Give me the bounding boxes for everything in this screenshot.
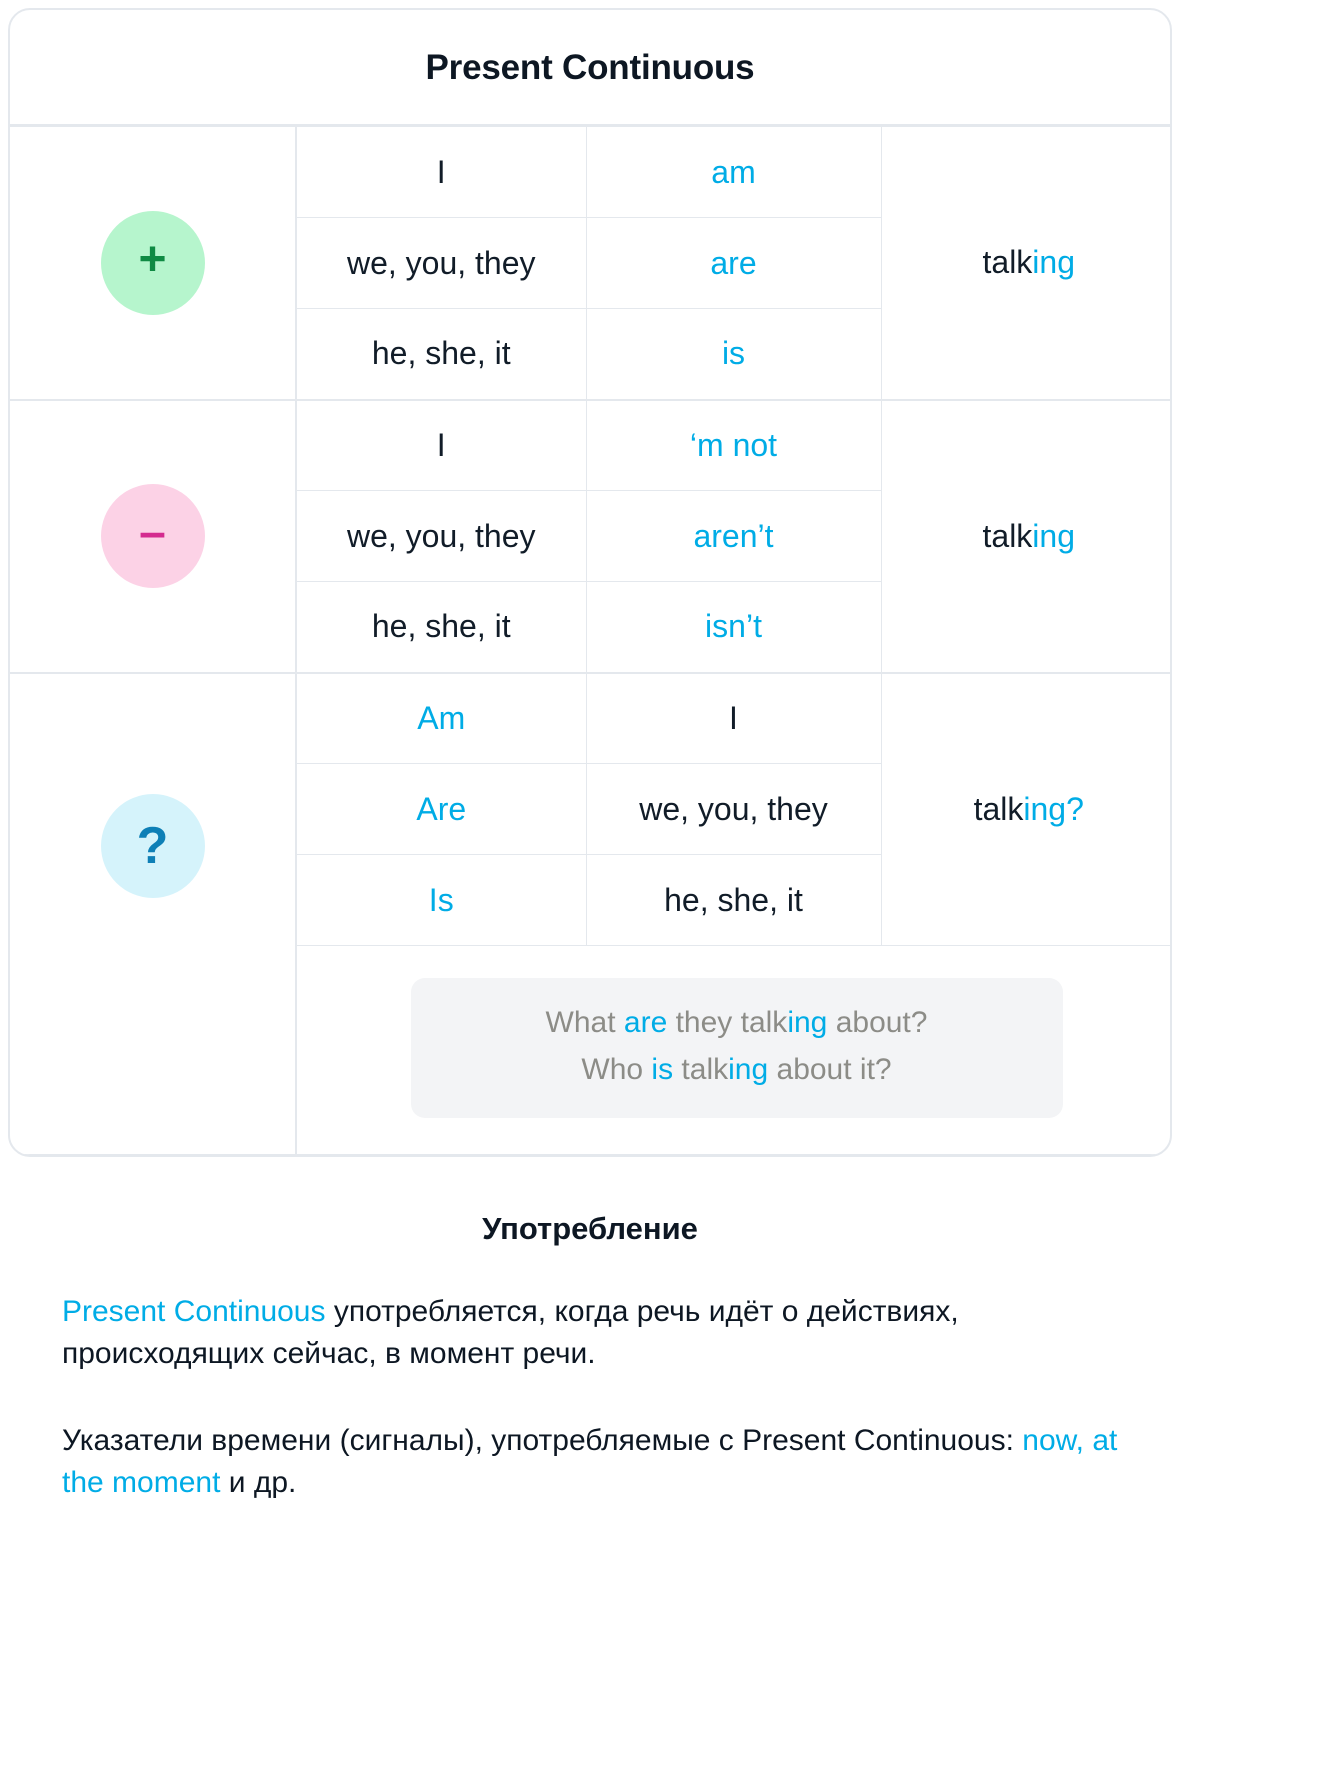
negative-aux-3: isn’t [585,581,882,673]
affirmative-badge-cell: + [10,126,297,400]
verb-suffix: ing [1032,517,1075,554]
question-aux-3: Is [295,854,587,946]
usage-heading: Употребление [482,1210,698,1246]
usage-paragraph-1: Present Continuous употребляется, когда … [62,1291,1118,1376]
table-row: ? Am I talking? [10,671,1170,1155]
affirmative-aux-2: are [585,217,882,309]
question-aux-1: Am [295,671,587,764]
verb-stem: talk [973,790,1024,827]
affirmative-aux-1: am [585,126,882,218]
table-row: – I ‘m not talking [10,398,1170,673]
question-subject-2: we, you, they [585,763,882,855]
conjugation-table-main: + I am talking we, you, they are he, she… [10,126,1170,1155]
minus-icon: – [100,484,205,588]
negative-badge-cell: – [10,398,297,673]
affirmative-verb-cell: talking [880,126,1170,400]
negative-subject-2: we, you, they [295,490,587,582]
usage-highlight-tense: Present Continuous [62,1294,326,1328]
question-verb-cell: talking? [880,671,1170,946]
table-row: + I am talking [10,126,1170,400]
grammar-reference-page: Present Continuous + I am talking we, yo… [0,8,1180,1505]
example-sentence-2: Who is talking about it? [581,1052,892,1086]
page-title: Present Continuous [10,10,1170,126]
negative-aux-1: ‘m not [585,398,882,491]
usage-section: Употребление Present Continuous употребл… [0,1157,1180,1505]
negative-aux-2: aren’t [585,490,882,582]
affirmative-aux-3: is [585,308,882,400]
question-subject-1: I [585,671,882,764]
affirmative-subject-2: we, you, they [295,217,587,309]
usage-paragraph-2-after: и др. [220,1466,297,1500]
verb-suffix: ing [1032,244,1075,281]
negative-verb-cell: talking [880,398,1170,673]
question-mark-icon: ? [100,793,205,898]
verb-suffix-tail: ing? [1023,790,1084,827]
example-sentence-1: What are they talking about? [545,1006,928,1039]
negative-subject-1: I [295,398,587,491]
examples-cell: What are they talking about? Who is talk… [295,945,1170,1155]
usage-paragraph-2-before: Указатели времени (сигналы), употребляем… [62,1423,1023,1457]
present-continuous-card: Present Continuous + I am talking we, yo… [8,8,1172,1157]
example-sentences-box: What are they talking about? Who is talk… [410,978,1063,1118]
affirmative-subject-3: he, she, it [295,308,587,400]
usage-paragraph-2: Указатели времени (сигналы), употребляем… [62,1420,1118,1505]
verb-stem: talk [982,517,1033,554]
question-badge-cell: ? [10,671,297,1155]
plus-icon: + [100,210,205,315]
question-aux-2: Are [295,763,587,855]
negative-subject-3: he, she, it [295,581,587,673]
question-subject-3: he, she, it [585,854,882,946]
affirmative-subject-1: I [295,126,587,218]
verb-stem: talk [982,244,1033,281]
